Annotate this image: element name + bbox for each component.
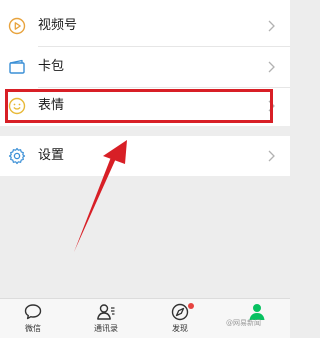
tab-contacts[interactable]: 通讯录 [76, 299, 136, 338]
chevron-right-icon [268, 61, 275, 73]
notification-badge [188, 303, 194, 309]
menu-item-label: 视频号 [38, 18, 78, 33]
channels-icon [8, 17, 26, 35]
tab-label: 通讯录 [94, 324, 118, 333]
tab-discover[interactable]: 发现 [150, 299, 210, 338]
watermark: @网易新闻 [226, 319, 261, 327]
menu-group-settings: 设置 [0, 136, 290, 176]
highlight-box [5, 89, 273, 123]
gear-icon [8, 147, 26, 165]
tab-label: 微信 [25, 324, 41, 333]
compass-icon [171, 303, 189, 321]
tab-label: 发现 [172, 324, 188, 333]
menu-item-card-wallet[interactable]: 卡包 [0, 47, 290, 87]
chevron-right-icon [268, 20, 275, 32]
menu-item-settings[interactable]: 设置 [0, 136, 290, 176]
menu-item-channels[interactable]: 视频号 [0, 6, 290, 46]
tab-chats[interactable]: 微信 [3, 299, 63, 338]
card-wallet-icon [9, 59, 25, 74]
menu-item-label: 设置 [38, 148, 65, 163]
chat-bubble-icon [24, 304, 42, 320]
contacts-icon [97, 304, 115, 320]
menu-item-label: 卡包 [38, 59, 65, 74]
chevron-right-icon [268, 150, 275, 162]
